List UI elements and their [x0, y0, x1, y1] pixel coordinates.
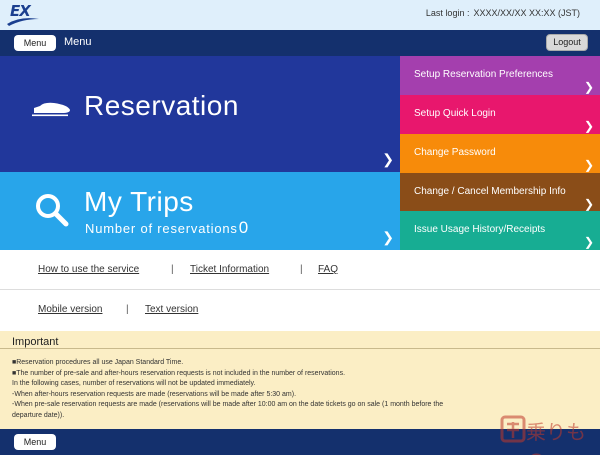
chevron-right-icon: ❯ [583, 197, 594, 211]
side-item-label: Change Password [414, 147, 496, 158]
important-line: ■The number of pre-sale and after-hours … [12, 369, 346, 377]
side-item-membership-info[interactable]: Change / Cancel Membership Info ❯ [400, 173, 600, 212]
reservation-count-label: Number of reservations [85, 221, 238, 236]
chevron-right-icon: ❯ [382, 229, 394, 245]
side-item-label: Setup Quick Login [414, 108, 496, 119]
my-trips-title: My Trips [84, 186, 194, 217]
reservation-count: Number of reservations0 [85, 218, 248, 238]
how-to-use-link[interactable]: How to use the service [38, 264, 139, 275]
side-item-label: Change / Cancel Membership Info [414, 186, 566, 197]
reservation-title: Reservation [84, 90, 239, 121]
watermark-emblem-icon [500, 415, 526, 443]
chevron-right-icon: ❯ [583, 119, 594, 133]
side-item-label: Issue Usage History/Receipts [414, 224, 546, 235]
ex-logo[interactable]: EX [6, 2, 40, 28]
side-item-usage-history[interactable]: Issue Usage History/Receipts ❯ [400, 211, 600, 250]
side-item-reservation-preferences[interactable]: Setup Reservation Preferences ❯ [400, 56, 600, 95]
faq-link[interactable]: FAQ [318, 264, 338, 275]
menu-button[interactable]: Menu [14, 35, 56, 51]
side-item-change-password[interactable]: Change Password ❯ [400, 134, 600, 173]
reservation-count-value: 0 [238, 218, 249, 237]
footer-menu-button[interactable]: Menu [14, 434, 56, 450]
text-version-link[interactable]: Text version [145, 304, 198, 315]
important-line: In the following cases, number of reserv… [12, 380, 256, 388]
top-bar: EX Last login : XXXX/XX/XX XX:XX (JST) [0, 0, 600, 30]
search-icon [36, 194, 69, 227]
important-body: ■Reservation procedures all use Japan St… [12, 358, 597, 422]
my-trips-tile[interactable]: My Trips Number of reservations0 ❯ [0, 172, 400, 250]
chevron-right-icon: ❯ [583, 158, 594, 172]
link-separator: | [126, 304, 129, 315]
service-links: How to use the service | Ticket Informat… [0, 250, 600, 290]
version-links: Mobile version | Text version [0, 291, 600, 331]
side-item-label: Setup Reservation Preferences [414, 69, 553, 80]
last-login: Last login : XXXX/XX/XX XX:XX (JST) [426, 8, 584, 18]
menu-label[interactable]: Menu [64, 36, 92, 48]
important-line: ■Reservation procedures all use Japan St… [12, 359, 184, 366]
important-line: -When pre-sale reservation requests are … [12, 401, 444, 409]
important-line: -When after-hours reservation requests a… [12, 390, 297, 398]
last-login-label: Last login : [425, 8, 470, 18]
chevron-right-icon: ❯ [583, 235, 594, 249]
last-login-value: XXXX/XX/XX XX:XX (JST) [473, 8, 580, 18]
chevron-right-icon: ❯ [382, 151, 394, 167]
link-separator: | [300, 264, 303, 275]
link-separator: | [171, 264, 174, 275]
watermark-text: 乗りもの [526, 420, 586, 455]
nav-bar: Menu Menu Logout [0, 30, 600, 56]
watermark-logo: 乗りもの [500, 414, 596, 455]
chevron-right-icon: ❯ [583, 80, 594, 94]
mobile-version-link[interactable]: Mobile version [38, 304, 102, 315]
logout-button[interactable]: Logout [546, 34, 588, 51]
logo-swoosh-icon [7, 18, 39, 26]
important-header: Important [0, 331, 600, 349]
ticket-information-link[interactable]: Ticket Information [190, 264, 269, 275]
important-title: Important [12, 336, 59, 348]
reservation-tile[interactable]: Reservation ❯ [0, 56, 400, 172]
side-item-quick-login[interactable]: Setup Quick Login ❯ [400, 95, 600, 134]
train-icon [32, 102, 70, 117]
